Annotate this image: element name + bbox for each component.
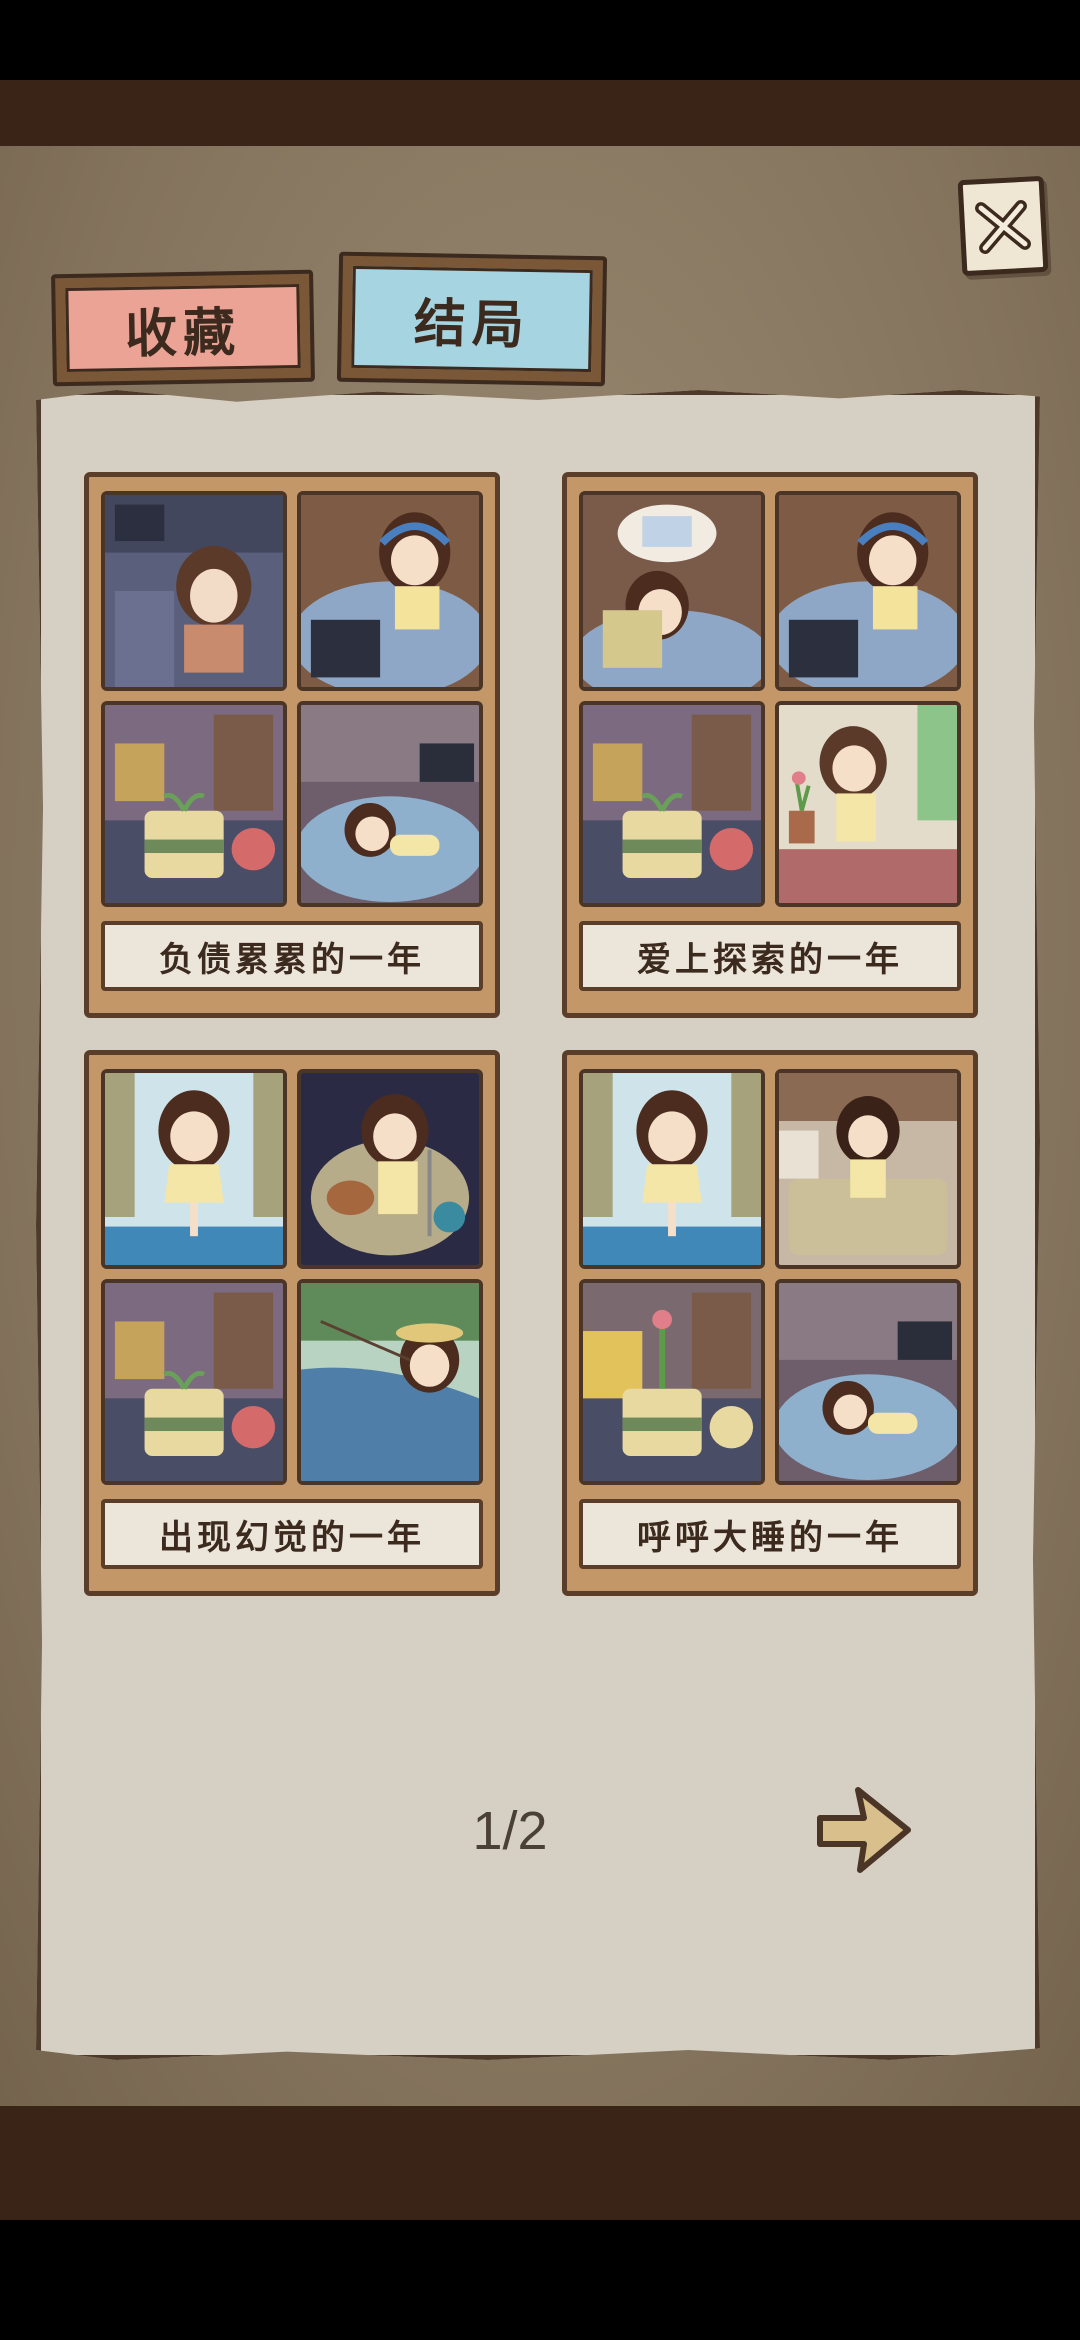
ending-illustration <box>775 1279 961 1485</box>
tab-collection[interactable]: 收藏 <box>51 269 315 387</box>
ending-illustration <box>775 1069 961 1269</box>
next-page-button[interactable] <box>812 1782 914 1878</box>
ending-illustration <box>101 701 287 907</box>
ending-card[interactable]: 呼呼大睡的一年 <box>562 1050 978 1596</box>
ending-illustration <box>297 491 483 691</box>
ending-illustration <box>297 1069 483 1269</box>
ending-illustration <box>297 1279 483 1485</box>
ending-illustration <box>101 491 287 691</box>
ending-title: 负债累累的一年 <box>101 921 483 991</box>
ending-illustration <box>775 491 961 691</box>
ending-card[interactable]: 负债累累的一年 <box>84 472 500 1018</box>
tab-endings-label: 结局 <box>351 265 593 373</box>
ending-illustration <box>579 1279 765 1485</box>
top-band <box>0 80 1080 146</box>
status-bar <box>0 0 1080 80</box>
ending-card[interactable]: 爱上探索的一年 <box>562 472 978 1018</box>
ending-card[interactable]: 出现幻觉的一年 <box>84 1050 500 1596</box>
close-x-icon <box>975 200 1031 254</box>
ending-illustration <box>579 701 765 907</box>
ending-illustration <box>579 1069 765 1269</box>
ending-illustration <box>579 491 765 691</box>
bottom-band <box>0 2106 1080 2220</box>
page-indicator: 1/2 <box>472 1801 548 1861</box>
arrow-right-icon <box>817 1787 911 1873</box>
ending-title: 出现幻觉的一年 <box>101 1499 483 1569</box>
tab-endings[interactable]: 结局 <box>336 251 608 387</box>
ending-title: 呼呼大睡的一年 <box>579 1499 961 1569</box>
ending-illustration <box>297 701 483 907</box>
ending-illustration <box>775 701 961 907</box>
close-button[interactable] <box>957 175 1049 277</box>
ending-illustration <box>101 1069 287 1269</box>
ending-illustration <box>101 1279 287 1485</box>
system-nav-bar <box>0 2220 1080 2340</box>
tab-collection-label: 收藏 <box>65 283 301 373</box>
ending-title: 爱上探索的一年 <box>579 921 961 991</box>
